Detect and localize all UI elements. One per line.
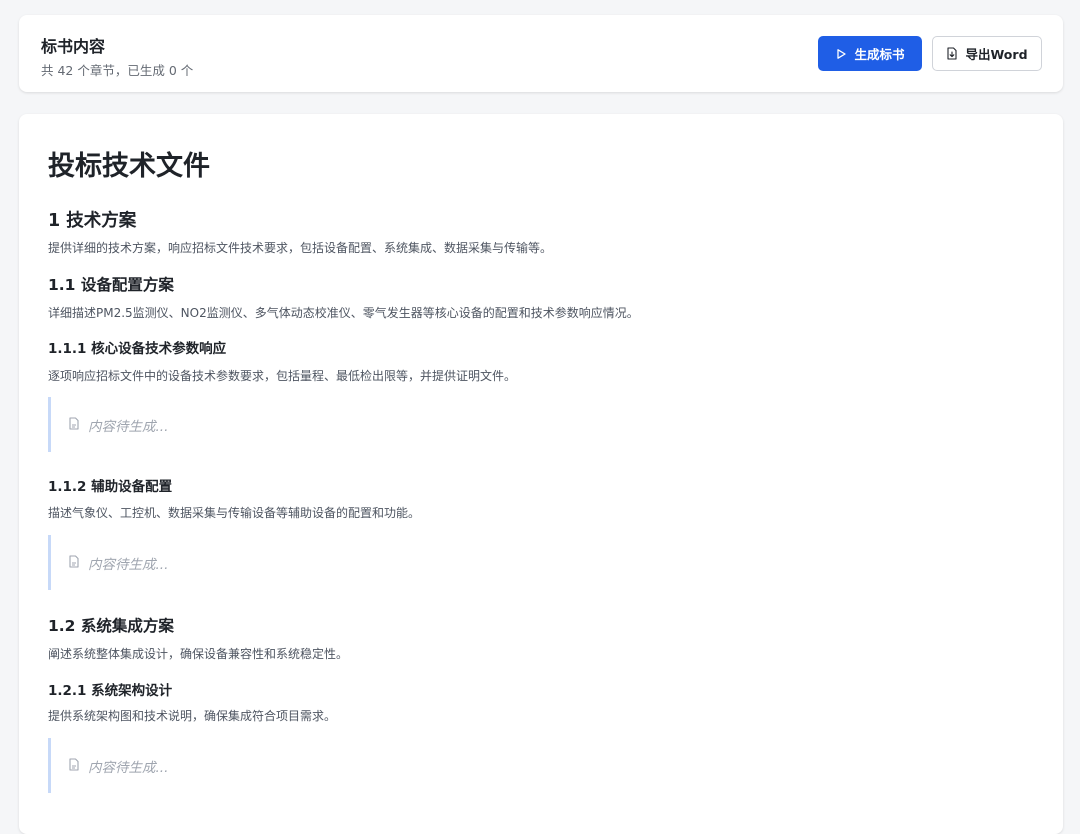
- content-placeholder: 内容待生成...: [48, 738, 1036, 793]
- section-description: 详细描述PM2.5监测仪、NO2监测仪、多气体动态校准仪、零气发生器等核心设备的…: [48, 306, 639, 320]
- document-title: 投标技术文件: [48, 151, 210, 182]
- placeholder-text: 内容待生成...: [88, 556, 169, 573]
- page-title: 标书内容: [41, 37, 106, 56]
- export-word-button[interactable]: 导出Word: [932, 36, 1042, 71]
- section-heading: 1.1.2 辅助设备配置: [48, 479, 173, 495]
- file-icon: [68, 756, 80, 775]
- section-description: 逐项响应招标文件中的设备技术参数要求，包括量程、最低检出限等，并提供证明文件。: [48, 369, 517, 383]
- document-preview: 投标技术文件 1 技术方案 提供详细的技术方案，响应招标文件技术要求，包括设备配…: [19, 114, 1063, 834]
- file-icon: [68, 553, 80, 572]
- section-heading: 1 技术方案: [48, 211, 137, 231]
- chapter-count-status: 共 42 个章节，已生成 0 个: [41, 63, 194, 78]
- section-description: 描述气象仪、工控机、数据采集与传输设备等辅助设备的配置和功能。: [48, 506, 421, 520]
- section-description: 阐述系统整体集成设计，确保设备兼容性和系统稳定性。: [48, 647, 349, 661]
- section-description: 提供详细的技术方案，响应招标文件技术要求，包括设备配置、系统集成、数据采集与传输…: [48, 241, 553, 255]
- toolbar-card: 标书内容 共 42 个章节，已生成 0 个 生成标书 导出Word: [19, 15, 1063, 92]
- section-heading: 1.1 设备配置方案: [48, 276, 174, 294]
- section-description: 提供系统架构图和技术说明，确保集成符合项目需求。: [48, 709, 337, 723]
- play-icon: [835, 48, 847, 60]
- content-placeholder: 内容待生成...: [48, 397, 1036, 452]
- section-heading: 1.2 系统集成方案: [48, 617, 174, 635]
- placeholder-text: 内容待生成...: [88, 759, 169, 776]
- file-download-icon: [946, 47, 958, 60]
- generate-bid-label: 生成标书: [854, 47, 905, 62]
- content-placeholder: 内容待生成...: [48, 535, 1036, 590]
- placeholder-text: 内容待生成...: [88, 418, 169, 435]
- generate-bid-button[interactable]: 生成标书: [818, 36, 922, 71]
- export-word-label: 导出Word: [965, 47, 1028, 62]
- section-heading: 1.2.1 系统架构设计: [48, 683, 173, 699]
- file-icon: [68, 415, 80, 434]
- section-heading: 1.1.1 核心设备技术参数响应: [48, 341, 227, 357]
